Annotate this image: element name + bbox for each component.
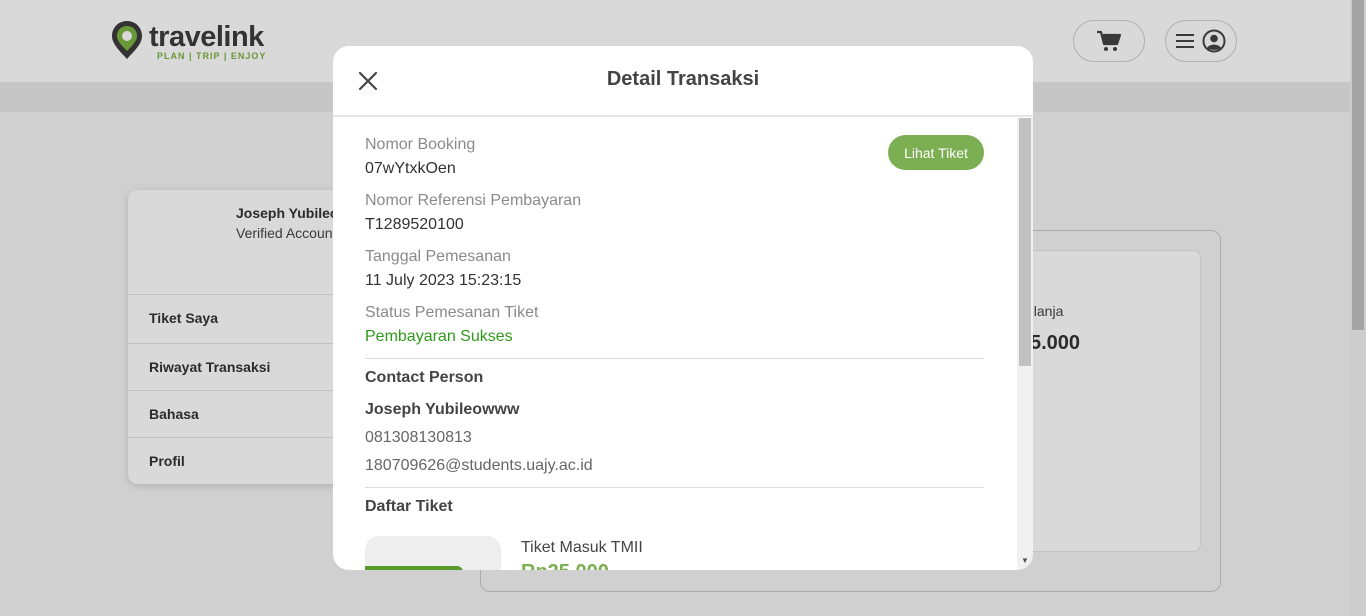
- section-divider: [365, 358, 984, 359]
- ticket-price: Rp25.000: [521, 561, 609, 570]
- ticket-thumbnail: [365, 536, 501, 570]
- modal-title: Detail Transaksi: [606, 68, 760, 90]
- ticket-list-heading: Daftar Tiket: [365, 498, 453, 515]
- contact-phone: 081308130813: [365, 429, 472, 446]
- order-status-label: Status Pemesanan Tiket: [365, 304, 539, 321]
- section-divider: [365, 487, 984, 488]
- booking-number-label: Nomor Booking: [365, 136, 476, 153]
- transaction-detail-modal: Detail Transaksi Nomor Booking 07wYtxkOe…: [333, 46, 1033, 570]
- order-status-value: Pembayaran Sukses: [365, 328, 513, 345]
- modal-scrollbar-thumb[interactable]: [1019, 118, 1031, 366]
- ticket-thumbnail-image: [365, 566, 463, 570]
- scroll-down-arrow-icon[interactable]: ▼: [1020, 556, 1030, 566]
- modal-body: Nomor Booking 07wYtxkOen Lihat Tiket Nom…: [333, 118, 1017, 570]
- ticket-name: Tiket Masuk TMII: [521, 539, 643, 556]
- contact-person-heading: Contact Person: [365, 369, 484, 386]
- order-date-value: 11 July 2023 15:23:15: [365, 272, 522, 289]
- modal-header: Detail Transaksi: [333, 46, 1033, 117]
- order-date-label: Tanggal Pemesanan: [365, 248, 511, 265]
- payment-ref-value: T1289520100: [365, 216, 464, 233]
- contact-name: Joseph Yubileowww: [365, 401, 520, 418]
- view-ticket-button[interactable]: Lihat Tiket: [888, 135, 984, 170]
- booking-number-value: 07wYtxkOen: [365, 160, 456, 177]
- payment-ref-label: Nomor Referensi Pembayaran: [365, 192, 582, 209]
- contact-email: 180709626@students.uajy.ac.id: [365, 457, 593, 474]
